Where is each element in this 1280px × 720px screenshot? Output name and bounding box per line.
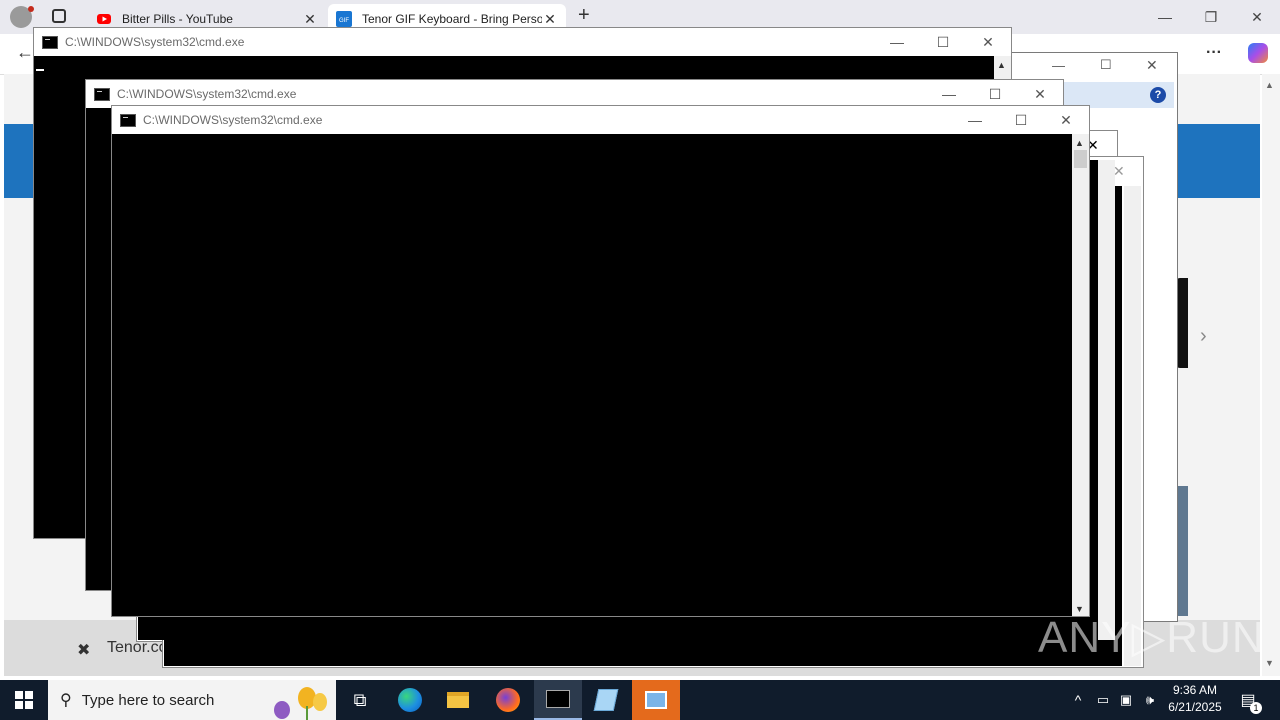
profile-alert-dot [28,6,34,12]
tab-close-button[interactable]: ✕ [542,11,558,28]
notepad-taskbar-icon[interactable] [582,680,630,720]
cmd-title: C:\WINDOWS\system32\cmd.exe [65,35,245,49]
cmd-close-button[interactable]: ✕ [1017,80,1063,108]
cmd-minimize-button[interactable]: — [926,80,972,108]
notification-badge: 1 [1250,702,1262,714]
tab-title: Bitter Pills - YouTube [122,12,233,26]
scroll-up-arrow-icon[interactable]: ▲ [997,60,1006,70]
cmd-maximize-button[interactable]: ☐ [972,80,1018,108]
cmd-stack-scrollbar[interactable] [1124,186,1141,666]
network-device-icon[interactable]: ▭ [1094,680,1112,720]
cmd-close-button[interactable]: ✕ [965,28,1011,56]
task-view-icon[interactable]: ⧉ [336,680,384,720]
chevron-right-icon[interactable]: › [1200,325,1207,348]
cmd-minimize-button[interactable]: — [874,28,920,56]
dialog-close-button[interactable]: ✕ [1146,57,1158,74]
footer-close-button[interactable]: ✖ [77,640,90,660]
scroll-up-arrow-icon[interactable]: ▲ [1075,138,1084,148]
scroll-down-arrow-icon[interactable]: ▼ [1265,658,1274,668]
taskbar-clock[interactable]: 9:36 AM 6/21/2025 [1160,682,1230,716]
taskbar-search-box[interactable]: ⚲ Type here to search [48,680,336,720]
network-icon[interactable]: ▣ [1116,680,1136,720]
cmd-title-bar[interactable]: C:\WINDOWS\system32\cmd.exe [86,80,1063,108]
svg-text:GIF: GIF [339,18,349,24]
firefox-icon[interactable] [484,680,532,720]
clock-date: 6/21/2025 [1168,700,1222,714]
tab-title: Tenor GIF Keyboard - Bring Perso [362,12,542,26]
cmd-window-active[interactable]: C:\WINDOWS\system32\cmd.exe — ☐ ✕ ▲ ▼ [111,105,1090,617]
clock-time: 9:36 AM [1172,683,1218,697]
cmd-maximize-button[interactable]: ☐ [920,28,966,56]
volume-icon[interactable]: 🕪 [1140,680,1160,720]
cmd-close-button[interactable]: ✕ [1043,106,1089,134]
tab-actions-icon[interactable] [52,9,66,23]
windows-logo-icon [15,691,33,709]
cmd-maximize-button[interactable]: ☐ [998,106,1044,134]
cmd-title: C:\WINDOWS\system32\cmd.exe [117,87,297,101]
cmd-title: C:\WINDOWS\system32\cmd.exe [143,113,323,127]
tenor-gif-icon: GIF [336,11,352,27]
search-placeholder: Type here to search [81,691,215,709]
cmd-taskbar-icon[interactable] [534,680,582,720]
back-button[interactable]: ← [16,42,34,63]
cmd-icon [42,35,58,49]
scroll-up-arrow-icon[interactable]: ▲ [1265,80,1274,90]
dialog-max-button[interactable]: ☐ [1100,57,1112,73]
cmd-minimize-button[interactable]: — [952,106,998,134]
close-button[interactable]: ✕ [1234,0,1280,34]
edge-browser-icon[interactable] [386,680,434,720]
page-scrollbar[interactable] [1262,74,1280,676]
scroll-thumb[interactable] [1074,150,1087,168]
minimize-button[interactable]: — [1142,0,1188,34]
cmd-icon [94,87,110,101]
more-menu-button[interactable]: ··· [1206,44,1222,62]
search-icon: ⚲ [60,692,72,709]
tray-chevron-icon[interactable]: ^ [1068,680,1088,720]
help-icon[interactable]: ? [1150,87,1166,103]
cmd-title-bar[interactable]: C:\WINDOWS\system32\cmd.exe [112,106,1089,134]
cmd-stack-scrollbar[interactable] [1098,160,1115,640]
file-explorer-icon[interactable] [434,680,482,720]
cmd-stack-close-button[interactable]: ✕ [1113,163,1125,180]
tulip-decoration-icon [274,687,327,720]
cmd-title-bar[interactable]: C:\WINDOWS\system32\cmd.exe [34,28,1011,56]
start-button[interactable] [0,680,48,720]
youtube-icon [97,14,111,24]
cmd-cursor [36,69,44,71]
anyrun-watermark: ANY▷RUN [1038,613,1265,662]
copilot-icon[interactable] [1248,43,1268,63]
notification-center-icon[interactable]: ▤ [1236,680,1260,720]
cmd-scrollbar[interactable]: ▲ ▼ [1072,134,1089,616]
anyrun-taskbar-icon[interactable] [632,680,680,720]
new-tab-button[interactable]: + [578,4,590,27]
dialog-min-button[interactable]: — [1052,58,1065,73]
restore-button[interactable]: ❐ [1188,0,1234,34]
tab-close-button[interactable]: ✕ [302,11,318,28]
cmd-icon [120,113,136,127]
